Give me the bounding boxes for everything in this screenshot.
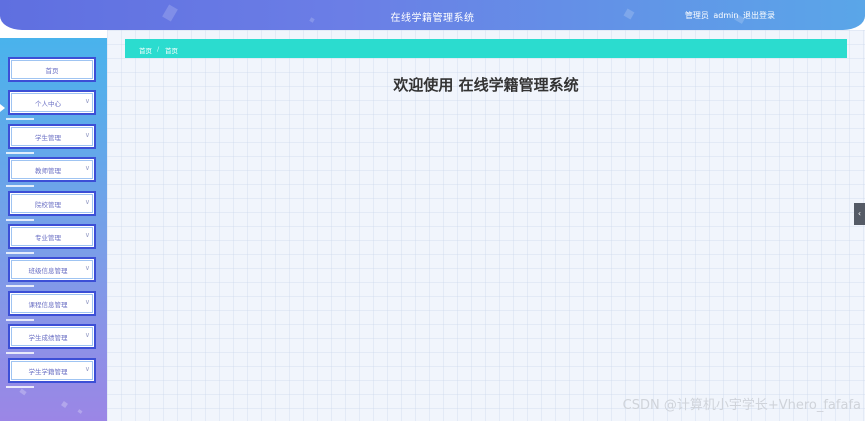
sidebar-item-label: 院校管理 bbox=[35, 201, 61, 209]
logout-link[interactable]: 退出登录 bbox=[743, 11, 775, 20]
user-role: 管理员 bbox=[684, 11, 709, 20]
sidebar: 首页 个人中心 ∨ 学生管理 ∨ 教师管理 ∨ 院校管理 ∨ 专业管理 ∨ 班级… bbox=[0, 38, 107, 421]
sidebar-item-label: 班级信息管理 bbox=[28, 267, 68, 275]
chevron-down-icon: ∨ bbox=[84, 198, 90, 206]
top-header: 在线学籍管理系统 管理员 admin 退出登录 bbox=[0, 0, 865, 30]
sidebar-decoration bbox=[77, 409, 83, 414]
sidebar-item-teachers[interactable]: 教师管理 ∨ bbox=[6, 157, 96, 187]
welcome-heading: 欢迎使用 在线学籍管理系统 bbox=[393, 76, 579, 94]
csdn-watermark: CSDN @计算机小宇学长+Vhero_fafafa bbox=[622, 398, 861, 413]
user-name: admin bbox=[713, 11, 739, 20]
sidebar-item-label: 学生成绩管理 bbox=[28, 334, 68, 342]
sidebar-item-students[interactable]: 学生管理 ∨ bbox=[6, 124, 96, 154]
menu-underline bbox=[6, 285, 34, 287]
sidebar-item-label: 专业管理 bbox=[35, 234, 61, 242]
breadcrumb-separator: / bbox=[157, 45, 160, 53]
menu-underline bbox=[6, 252, 34, 254]
sidebar-item-label: 个人中心 bbox=[35, 100, 61, 108]
chevron-down-icon: ∨ bbox=[84, 97, 90, 105]
sidebar-item-colleges[interactable]: 院校管理 ∨ bbox=[6, 191, 96, 221]
sidebar-item-courses[interactable]: 课程信息管理 ∨ bbox=[6, 291, 96, 321]
chevron-down-icon: ∨ bbox=[84, 365, 90, 373]
pointer-arrow-icon bbox=[0, 104, 5, 112]
menu-underline bbox=[6, 219, 34, 221]
main-content: 首页 / 首页 欢迎使用 在线学籍管理系统 ‹ CSDN @计算机小宇学长+Vh… bbox=[107, 30, 865, 421]
menu-underline bbox=[6, 352, 34, 354]
sidebar-item-enrollment[interactable]: 学生学籍管理 ∨ bbox=[6, 358, 96, 388]
sidebar-item-label: 课程信息管理 bbox=[28, 301, 68, 309]
chevron-down-icon: ∨ bbox=[84, 331, 90, 339]
sidebar-item-label: 首页 bbox=[45, 67, 59, 75]
chevron-down-icon: ∨ bbox=[84, 131, 90, 139]
chevron-down-icon: ∨ bbox=[84, 164, 90, 172]
menu-underline bbox=[6, 319, 34, 321]
sidebar-item-label: 学生管理 bbox=[35, 134, 61, 142]
user-info: 管理员 admin 退出登录 bbox=[683, 10, 775, 21]
menu-underline bbox=[6, 152, 34, 154]
breadcrumb-current: 首页 bbox=[165, 47, 178, 55]
sidebar-decoration bbox=[61, 401, 68, 408]
chevron-down-icon: ∨ bbox=[84, 298, 90, 306]
sidebar-item-personal-center[interactable]: 个人中心 ∨ bbox=[6, 90, 96, 120]
sidebar-item-label: 学生学籍管理 bbox=[28, 368, 68, 376]
sidebar-decoration bbox=[19, 388, 27, 396]
menu-underline bbox=[6, 118, 34, 120]
sidebar-item-classes[interactable]: 班级信息管理 ∨ bbox=[6, 257, 96, 287]
sidebar-item-grades[interactable]: 学生成绩管理 ∨ bbox=[6, 324, 96, 354]
menu-underline bbox=[6, 386, 34, 388]
chevron-down-icon: ∨ bbox=[84, 231, 90, 239]
breadcrumb: 首页 / 首页 bbox=[125, 39, 847, 58]
chevron-down-icon: ∨ bbox=[84, 264, 90, 272]
sidebar-item-home[interactable]: 首页 bbox=[8, 57, 96, 82]
menu-underline bbox=[6, 185, 34, 187]
chevron-left-icon[interactable]: ‹ bbox=[854, 203, 865, 225]
breadcrumb-root[interactable]: 首页 bbox=[139, 45, 152, 55]
sidebar-item-label: 教师管理 bbox=[35, 167, 61, 175]
sidebar-item-majors[interactable]: 专业管理 ∨ bbox=[6, 224, 96, 254]
